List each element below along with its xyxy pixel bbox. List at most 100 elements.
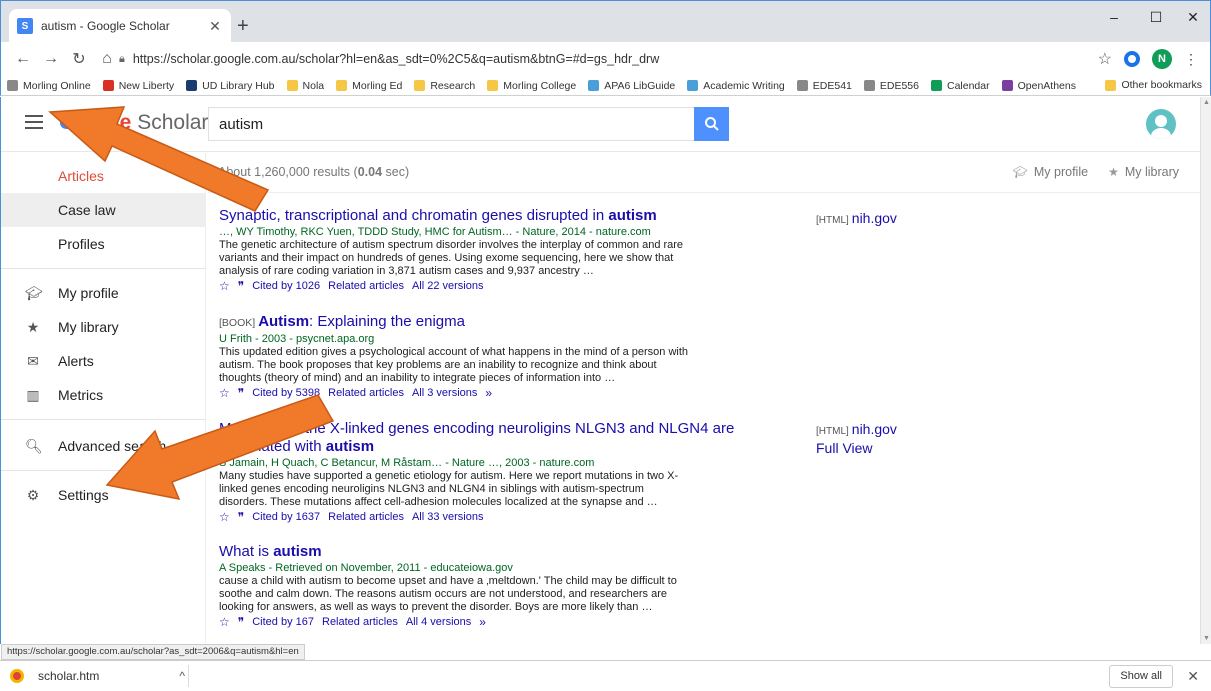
tab-strip: S autism - Google Scholar ✕ + – ☐ ✕ bbox=[0, 0, 1211, 43]
menu-kebab-icon[interactable]: ⋮ bbox=[1184, 51, 1198, 68]
bookmark-item[interactable]: OpenAthens bbox=[1001, 80, 1076, 92]
all-versions-link[interactable]: All 4 versions bbox=[406, 614, 471, 630]
download-item[interactable]: scholar.htm ^ bbox=[10, 669, 185, 683]
url-text: https://scholar.google.com.au/scholar?hl… bbox=[132, 52, 660, 66]
result-authors: A Speaks - Retrieved on November, 2011 -… bbox=[219, 562, 513, 574]
double-chevron-icon[interactable]: » bbox=[479, 614, 486, 630]
result-title-link[interactable]: What is autism bbox=[219, 543, 689, 561]
bookmark-label: Calendar bbox=[946, 79, 990, 92]
forward-icon[interactable]: → bbox=[39, 50, 63, 68]
bookmark-item[interactable]: EDE541 bbox=[796, 80, 852, 92]
cite-quote-icon[interactable]: ❞ bbox=[238, 385, 244, 401]
cite-quote-icon[interactable]: ❞ bbox=[238, 278, 244, 294]
result-title-link[interactable]: Synaptic, transcriptional and chromatin … bbox=[219, 207, 689, 225]
result-title-link[interactable]: Mutations of the X-linked genes encoding… bbox=[219, 420, 739, 456]
related-articles-link[interactable]: Related articles bbox=[322, 614, 398, 630]
sidebar-item-articles[interactable]: Articles bbox=[1, 159, 206, 193]
extension-icon[interactable] bbox=[1124, 51, 1140, 67]
sidebar-item-settings[interactable]: ⚙ Settings bbox=[1, 478, 206, 512]
search-button[interactable] bbox=[694, 107, 729, 141]
minimize-button[interactable]: – bbox=[1099, 9, 1129, 25]
browser-tab[interactable]: S autism - Google Scholar ✕ bbox=[9, 9, 231, 43]
all-versions-link[interactable]: All 22 versions bbox=[412, 278, 484, 294]
other-bookmarks-label: Other bookmarks bbox=[1121, 79, 1202, 91]
reload-icon[interactable]: ↻ bbox=[67, 49, 91, 69]
chevron-up-icon[interactable]: ^ bbox=[179, 669, 185, 683]
cited-by-link[interactable]: Cited by 1026 bbox=[252, 278, 320, 294]
bookmark-item[interactable]: Morling College bbox=[487, 80, 576, 92]
show-all-button[interactable]: Show all bbox=[1109, 665, 1173, 688]
bookmark-item[interactable]: UD Library Hub bbox=[186, 80, 275, 92]
sidebar-label-profiles: Profiles bbox=[58, 236, 105, 252]
sidebar-item-case-law[interactable]: Case law bbox=[1, 193, 206, 227]
bookmark-item[interactable]: Academic Writing bbox=[687, 80, 785, 92]
bookmark-item[interactable]: EDE556 bbox=[863, 80, 919, 92]
bookmark-item[interactable]: Calendar bbox=[930, 79, 990, 92]
vertical-scrollbar[interactable]: ▲ ▼ bbox=[1200, 97, 1211, 644]
sidebar-item-profiles[interactable]: Profiles bbox=[1, 227, 206, 261]
double-chevron-icon[interactable]: » bbox=[485, 385, 492, 401]
cite-quote-icon[interactable]: ❞ bbox=[238, 614, 244, 630]
top-my-library-link[interactable]: ★ My library bbox=[1108, 165, 1179, 179]
result-title-bold: Autism bbox=[258, 313, 310, 330]
sidebar-item-alerts[interactable]: ✉ Alerts bbox=[1, 344, 206, 378]
bookmark-item[interactable]: Nola bbox=[286, 79, 325, 92]
result-title-link[interactable]: [BOOK] Autism: Explaining the enigma bbox=[219, 313, 689, 332]
cited-by-link[interactable]: Cited by 1637 bbox=[252, 509, 320, 525]
url-field[interactable]: 🔒︎ https://scholar.google.com.au/scholar… bbox=[115, 47, 1075, 71]
related-articles-link[interactable]: Related articles bbox=[328, 385, 404, 401]
address-bar: ← → ↻ ⌂ 🔒︎ https://scholar.google.com.au… bbox=[0, 42, 1211, 76]
bookmark-item[interactable]: Morling Online bbox=[7, 80, 91, 92]
sidebar-item-metrics[interactable]: ▥ Metrics bbox=[1, 378, 206, 412]
account-avatar[interactable] bbox=[1146, 109, 1176, 139]
bookmark-item[interactable]: Morling Ed bbox=[336, 80, 402, 92]
sidebar-item-my-profile[interactable]: 🎓︎ My profile bbox=[1, 276, 206, 310]
bookmark-item[interactable]: New Liberty bbox=[102, 80, 174, 92]
sidebar-item-advanced-search[interactable]: 🔍︎ Advanced search bbox=[1, 429, 206, 463]
fulltext-link[interactable]: [HTML] nih.gov bbox=[816, 421, 897, 437]
result-title-text: What is bbox=[219, 543, 274, 560]
related-articles-link[interactable]: Related articles bbox=[328, 278, 404, 294]
save-star-icon[interactable]: ☆ bbox=[219, 278, 230, 294]
bookmark-label: Nola bbox=[302, 79, 325, 92]
download-divider bbox=[188, 665, 189, 687]
bookmark-favicon-icon bbox=[102, 80, 114, 91]
top-my-profile-link[interactable]: 🎓︎ My profile bbox=[1013, 165, 1088, 179]
scroll-up-icon[interactable]: ▲ bbox=[1203, 99, 1210, 106]
search-input[interactable]: autism bbox=[208, 107, 695, 141]
maximize-button[interactable]: ☐ bbox=[1141, 9, 1171, 26]
hamburger-menu-icon[interactable] bbox=[25, 115, 43, 129]
result-title-text: Mutations of the X-linked genes encoding… bbox=[219, 420, 735, 455]
scroll-down-icon[interactable]: ▼ bbox=[1203, 635, 1210, 642]
sidebar-item-my-library[interactable]: ★ My library bbox=[1, 310, 206, 344]
save-star-icon[interactable]: ☆ bbox=[219, 614, 230, 630]
bookmark-label: APA6 LibGuide bbox=[604, 79, 676, 92]
google-scholar-logo[interactable]: Google Scholar bbox=[59, 111, 208, 135]
save-star-icon[interactable]: ☆ bbox=[219, 385, 230, 401]
result-title-bold: autism bbox=[273, 543, 322, 560]
all-versions-link[interactable]: All 33 versions bbox=[412, 509, 484, 525]
full-view-link[interactable]: Full View bbox=[816, 440, 873, 456]
bookmark-favicon-icon bbox=[588, 80, 600, 91]
cited-by-link[interactable]: Cited by 5398 bbox=[252, 385, 320, 401]
new-tab-button[interactable]: + bbox=[237, 15, 249, 38]
scholar-sidebar: Articles Case law Profiles 🎓︎ My profile … bbox=[1, 153, 206, 644]
download-bar-close-icon[interactable]: ✕ bbox=[1187, 668, 1199, 685]
advanced-search-icon: 🔍︎ bbox=[25, 437, 43, 454]
back-icon[interactable]: ← bbox=[11, 50, 35, 68]
all-versions-link[interactable]: All 3 versions bbox=[412, 385, 477, 401]
cited-by-link[interactable]: Cited by 167 bbox=[252, 614, 314, 630]
bookmark-item[interactable]: Research bbox=[414, 80, 475, 92]
bookmark-star-icon[interactable]: ☆ bbox=[1098, 49, 1112, 69]
tab-close-icon[interactable]: ✕ bbox=[207, 18, 223, 35]
profile-avatar[interactable]: N bbox=[1152, 49, 1172, 69]
related-articles-link[interactable]: Related articles bbox=[328, 509, 404, 525]
other-bookmarks[interactable]: Other bookmarks bbox=[1105, 79, 1202, 91]
fulltext-link[interactable]: [HTML] nih.gov bbox=[816, 210, 897, 226]
window-close-button[interactable]: ✕ bbox=[1178, 9, 1208, 26]
bookmark-item[interactable]: APA6 LibGuide bbox=[588, 80, 675, 92]
cite-quote-icon[interactable]: ❞ bbox=[238, 509, 244, 525]
search-result: What is autism A Speaks - Retrieved on N… bbox=[219, 543, 689, 630]
save-star-icon[interactable]: ☆ bbox=[219, 509, 230, 525]
download-filename: scholar.htm bbox=[38, 669, 100, 683]
